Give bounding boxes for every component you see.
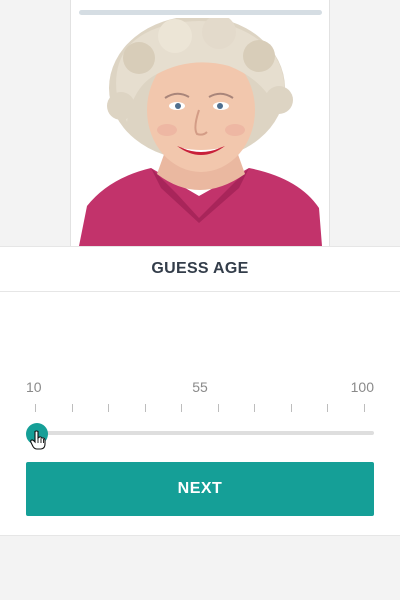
scale-tick xyxy=(145,404,146,412)
scale-min-label: 10 xyxy=(26,379,42,395)
scale-mid-label: 55 xyxy=(192,379,208,395)
hand-pointer-icon xyxy=(30,430,46,450)
scale-max-label: 100 xyxy=(350,379,374,395)
slider-track[interactable] xyxy=(36,431,374,435)
scale-tick xyxy=(181,404,182,412)
scale-tick xyxy=(364,404,365,412)
scale-labels: 10 55 100 xyxy=(26,379,374,397)
scale-tick xyxy=(327,404,328,412)
scale-tick xyxy=(254,404,255,412)
scale-tick xyxy=(108,404,109,412)
guess-age-screen: GUESS AGE 10 55 100 NEXT xyxy=(0,0,400,600)
scale-tick xyxy=(35,404,36,412)
slider-thumb[interactable] xyxy=(26,423,48,450)
portrait-photo xyxy=(79,18,322,246)
photo-card xyxy=(70,0,330,246)
scale-tick xyxy=(218,404,219,412)
scale-tick xyxy=(291,404,292,412)
scale-tick xyxy=(72,404,73,412)
title-bar: GUESS AGE xyxy=(0,247,400,292)
next-button[interactable]: NEXT xyxy=(26,462,374,516)
guess-panel: GUESS AGE 10 55 100 NEXT xyxy=(0,246,400,536)
progress-bar xyxy=(79,10,322,15)
age-slider[interactable] xyxy=(26,423,374,450)
scale-ticks xyxy=(35,404,365,412)
page-title: GUESS AGE xyxy=(151,260,249,277)
